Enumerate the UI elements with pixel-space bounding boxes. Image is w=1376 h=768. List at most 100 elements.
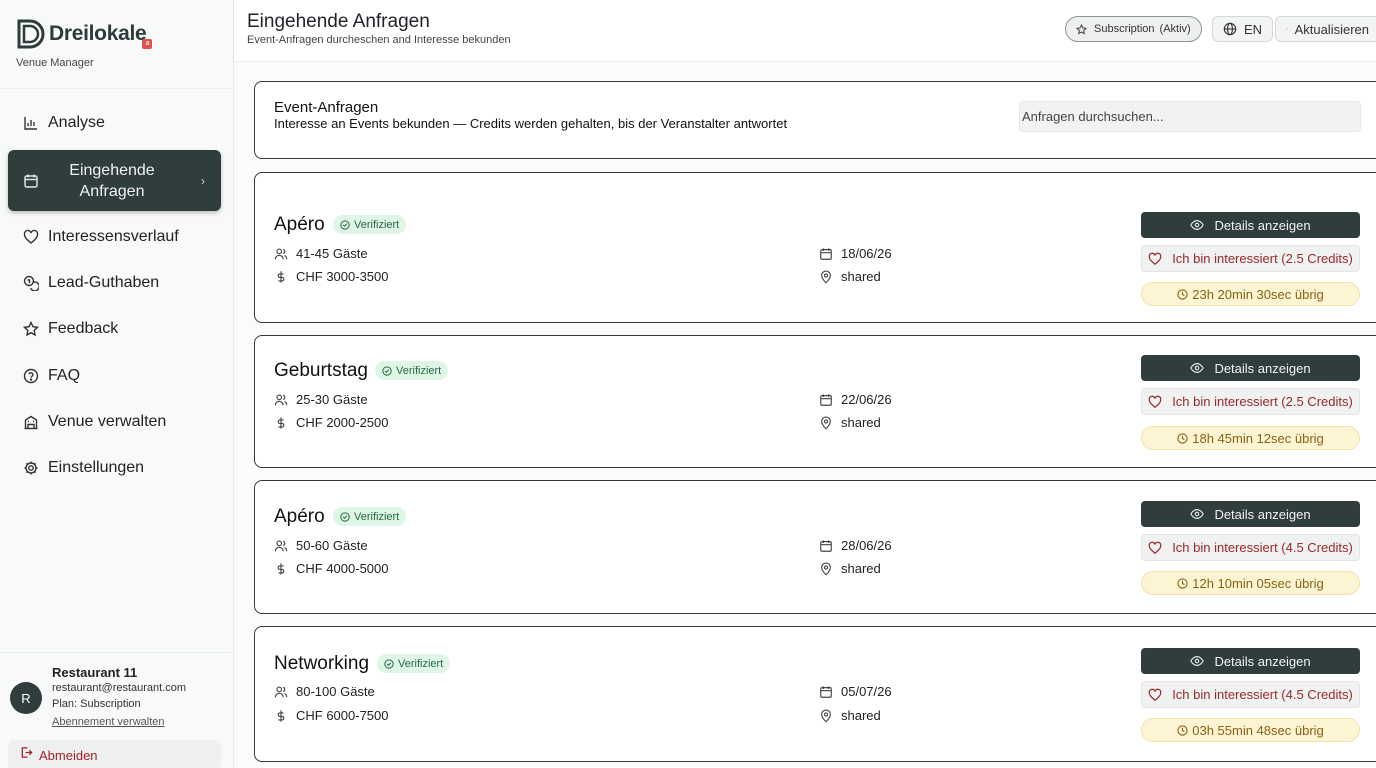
location-value: shared	[841, 708, 881, 723]
eye-icon	[1190, 220, 1205, 230]
details-label: Details anzeigen	[1214, 653, 1311, 669]
sidebar-item-interessensverlauf[interactable]: Interessensverlauf	[8, 215, 221, 259]
avatar[interactable]: R	[10, 682, 42, 714]
request-title: Geburtstag	[274, 360, 368, 381]
sidebar-item-label: Interessensverlauf	[48, 228, 179, 245]
request-title: Apéro	[274, 214, 325, 235]
details-button[interactable]: Details anzeigen	[1141, 501, 1360, 527]
details-button[interactable]: Details anzeigen	[1141, 355, 1360, 381]
countdown-timer: 18h 45min 12sec übrig	[1141, 426, 1360, 450]
refresh-button[interactable]: Aktualisieren	[1275, 16, 1376, 42]
sidebar-item-label: Lead-Guthaben	[48, 274, 160, 291]
countdown-timer: 23h 20min 30sec übrig	[1141, 282, 1360, 306]
manage-subscription-link[interactable]: Abennement verwalten	[52, 716, 165, 728]
globe-icon	[1223, 22, 1237, 36]
date-value: 28/06/26	[841, 538, 892, 553]
timer-label: 12h 10min 05sec übrig	[1192, 575, 1324, 591]
sidebar-item-einstellungen[interactable]: Einstellungen	[8, 446, 221, 490]
search-input[interactable]	[1019, 101, 1361, 132]
sidebar-item-label: Venue verwalten	[48, 413, 167, 430]
map-pin-icon	[821, 708, 831, 722]
dollar-icon	[277, 416, 285, 429]
budget-value: CHF 4000-5000	[296, 561, 389, 576]
details-button[interactable]: Details anzeigen	[1141, 212, 1360, 238]
guests-line: 80-100 Gäste	[274, 684, 375, 699]
guests-line: 25-30 Gäste	[274, 392, 368, 407]
logout-button[interactable]: Abmeiden	[8, 740, 221, 768]
chevron-right-icon: ›	[201, 173, 205, 188]
budget-line: CHF 2000-2500	[274, 415, 389, 430]
section-title: Event-Anfragen	[274, 99, 379, 116]
request-card: Apéro Verifiziert 50-60 Gäste CHF 4000-5…	[254, 480, 1376, 614]
request-card: Apéro Verifiziert 41-45 Gäste CHF 3000-3…	[254, 172, 1376, 323]
guests-line: 50-60 Gäste	[274, 538, 368, 553]
page-title: Eingehende Anfragen	[247, 11, 430, 32]
sidebar-item-venue-verwalten[interactable]: Venue verwalten	[8, 400, 221, 444]
location-line: shared	[819, 561, 881, 576]
guests-value: 41-45 Gäste	[296, 246, 368, 261]
clock-icon	[1177, 577, 1188, 589]
interest-button[interactable]: Ich bin interessiert (4.5 Credits)	[1141, 534, 1360, 561]
details-label: Details anzeigen	[1214, 506, 1311, 522]
dollar-icon	[277, 270, 285, 283]
request-card: Geburtstag Verifiziert 25-30 Gäste CHF 2…	[254, 335, 1376, 468]
bar-chart-icon	[22, 114, 40, 132]
verified-label: Verifiziert	[354, 510, 400, 523]
refresh-label: Aktualisieren	[1294, 21, 1369, 37]
details-button[interactable]: Details anzeigen	[1141, 648, 1360, 674]
interest-button[interactable]: Ich bin interessiert (2.5 Credits)	[1141, 245, 1360, 272]
top-header: Eingehende Anfragen Event-Anfragen durch…	[234, 0, 1376, 62]
verified-label: Verifiziert	[396, 364, 442, 377]
dollar-icon	[277, 709, 285, 722]
sidebar: Dreilokale a Venue Manager Analyse Einge…	[0, 0, 234, 768]
calendar-icon	[820, 393, 832, 406]
user-email: restaurant@restaurant.com	[52, 682, 187, 694]
users-icon	[274, 394, 288, 405]
guests-value: 80-100 Gäste	[296, 684, 375, 699]
eye-icon	[1190, 656, 1205, 666]
sidebar-item-lead-guthaben[interactable]: Lead-Guthaben	[8, 261, 221, 305]
location-value: shared	[841, 415, 881, 430]
subscription-badge[interactable]: Subscription (Aktiv)	[1065, 16, 1202, 42]
users-icon	[274, 686, 288, 697]
sidebar-item-faq[interactable]: FAQ	[8, 354, 221, 398]
countdown-timer: 03h 55min 48sec übrig	[1141, 718, 1360, 742]
building-icon	[22, 413, 40, 431]
sidebar-item-eingehende-anfragen[interactable]: Eingehende Anfragen ›	[8, 150, 221, 211]
filter-card: Event-Anfragen Interesse an Events bekun…	[254, 81, 1376, 159]
interest-label: Ich bin interessiert (2.5 Credits)	[1172, 394, 1353, 409]
map-pin-icon	[821, 561, 831, 575]
sidebar-item-feedback[interactable]: Feedback	[8, 307, 221, 351]
budget-value: CHF 2000-2500	[296, 415, 389, 430]
map-pin-icon	[821, 415, 831, 429]
clock-icon	[1177, 724, 1188, 736]
sidebar-divider	[0, 88, 233, 89]
timer-label: 23h 20min 30sec übrig	[1192, 286, 1324, 302]
sidebar-item-analyse[interactable]: Analyse	[8, 101, 221, 145]
request-card: Networking Verifiziert 80-100 Gäste CHF …	[254, 626, 1376, 762]
language-button[interactable]: EN	[1212, 16, 1274, 42]
main-content: Event-Anfragen Interesse an Events bekun…	[234, 62, 1376, 768]
guests-value: 50-60 Gäste	[296, 538, 368, 553]
guests-line: 41-45 Gäste	[274, 246, 368, 261]
interest-button[interactable]: Ich bin interessiert (2.5 Credits)	[1141, 388, 1360, 415]
location-value: shared	[841, 269, 881, 284]
check-circle-icon	[384, 658, 394, 669]
logout-label: Abmeiden	[39, 747, 98, 763]
details-label: Details anzeigen	[1214, 217, 1311, 233]
date-value: 18/06/26	[841, 246, 892, 261]
date-value: 22/06/26	[841, 392, 892, 407]
interest-button[interactable]: Ich bin interessiert (4.5 Credits)	[1141, 681, 1360, 708]
details-label: Details anzeigen	[1214, 360, 1311, 376]
calendar-icon	[820, 539, 832, 552]
timer-label: 03h 55min 48sec übrig	[1192, 722, 1324, 738]
check-circle-icon	[382, 365, 392, 376]
interest-label: Ich bin interessiert (4.5 Credits)	[1172, 687, 1353, 702]
sidebar-divider	[0, 652, 233, 653]
brand-logo[interactable]: Dreilokale a	[16, 18, 153, 50]
verified-label: Verifiziert	[398, 657, 444, 670]
sidebar-item-label: Eingehende Anfragen	[69, 161, 155, 200]
sidebar-item-label: FAQ	[48, 367, 81, 384]
verified-label: Verifiziert	[354, 218, 400, 231]
heart-icon	[1148, 395, 1162, 408]
